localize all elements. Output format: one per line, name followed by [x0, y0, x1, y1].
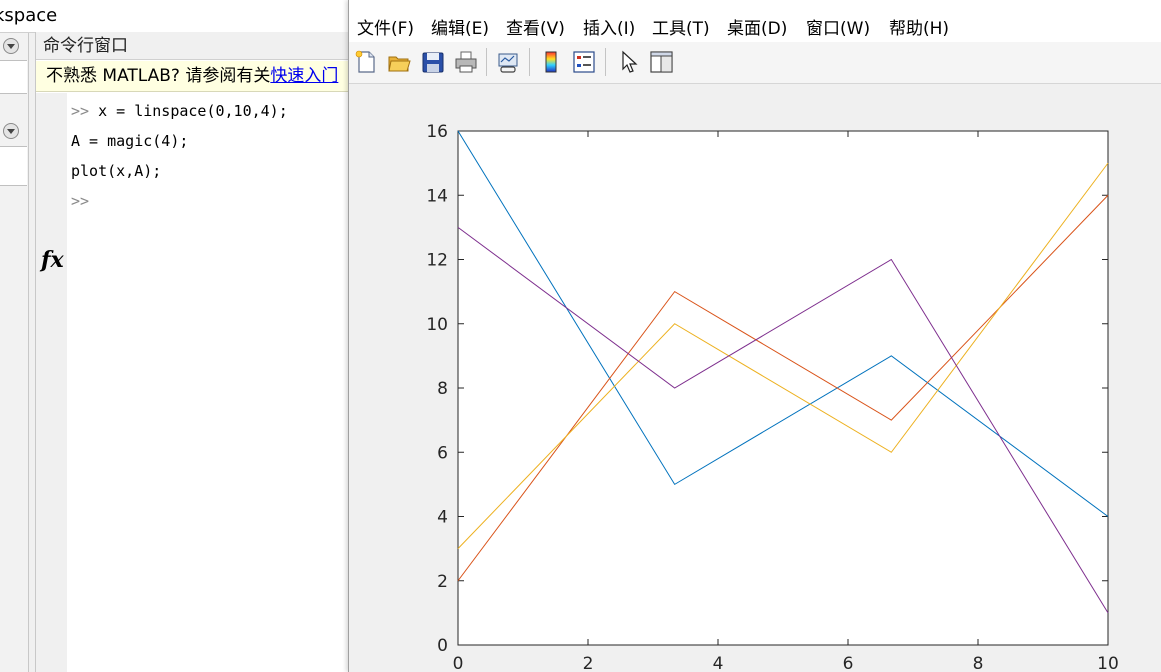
workspace-panel: [0, 146, 27, 186]
y-tick-label: 14: [426, 186, 448, 206]
print-icon[interactable]: [453, 48, 479, 76]
menu-window[interactable]: 窗口(W): [806, 14, 870, 39]
x-tick-label: 0: [453, 654, 464, 672]
command-code: plot(x,A);: [71, 162, 162, 180]
y-tick-label: 4: [437, 508, 448, 528]
toolbar-separator: [529, 48, 530, 76]
getting-started-notice: 不熟悉 MATLAB? 请参阅有关快速入门: [36, 61, 351, 92]
command-window-header: 命令行窗口: [36, 32, 351, 60]
workspace-title: kspace: [0, 5, 58, 26]
current-folder-panel: [0, 60, 27, 94]
workspace-title-bar: kspace: [0, 0, 350, 33]
toolbar-separator: [486, 48, 487, 76]
command-line-3: plot(x,A);: [71, 162, 161, 180]
left-panel-strip: [0, 0, 29, 672]
menu-insert[interactable]: 插入(I): [583, 14, 635, 39]
figure-window: 文件(F) 编辑(E) 查看(V) 插入(I) 工具(T) 桌面(D) 窗口(W…: [348, 0, 1161, 672]
y-tick-label: 6: [437, 443, 448, 463]
notice-text: 不熟悉 MATLAB? 请参阅有关: [46, 66, 271, 86]
menu-tools[interactable]: 工具(T): [652, 14, 710, 39]
menu-edit[interactable]: 编辑(E): [431, 14, 489, 39]
x-tick-label: 10: [1097, 654, 1119, 672]
toolbar-separator: [605, 48, 606, 76]
getting-started-link[interactable]: 快速入门: [270, 66, 338, 86]
figure-toolbar: [349, 42, 1161, 84]
legend-icon[interactable]: [571, 48, 597, 76]
function-browser-icon[interactable]: fx: [41, 247, 64, 273]
prompt: >>: [71, 102, 99, 120]
open-file-icon[interactable]: [386, 48, 412, 76]
prompt: >>: [71, 192, 90, 210]
figure-menubar: 文件(F) 编辑(E) 查看(V) 插入(I) 工具(T) 桌面(D) 窗口(W…: [349, 0, 1161, 42]
x-tick-label: 4: [713, 654, 724, 672]
property-editor-icon[interactable]: [648, 48, 674, 76]
panel-menu-dropdown-icon-2[interactable]: [3, 123, 19, 139]
y-tick-label: 10: [426, 315, 448, 335]
command-prompt-active[interactable]: >>: [71, 192, 89, 210]
command-gutter: fx: [36, 93, 67, 672]
y-tick-label: 12: [426, 251, 448, 271]
line-plot[interactable]: 0 2 4 6 8 10 12 14 16 0 2 4 6 8 10: [349, 83, 1161, 672]
y-tick-label: 2: [437, 572, 448, 592]
command-code: x = linspace(0,10,4);: [98, 102, 288, 120]
x-tick-label: 2: [583, 654, 594, 672]
x-tick-label: 6: [843, 654, 854, 672]
command-window[interactable]: 命令行窗口 不熟悉 MATLAB? 请参阅有关快速入门 fx >> x = li…: [35, 32, 351, 672]
panel-menu-dropdown-icon[interactable]: [3, 38, 19, 54]
save-icon[interactable]: [420, 48, 446, 76]
menu-help[interactable]: 帮助(H): [889, 14, 949, 39]
y-tick-label: 8: [437, 379, 448, 399]
pointer-icon[interactable]: [615, 48, 641, 76]
y-tick-label: 16: [426, 122, 448, 142]
command-line-1: >> x = linspace(0,10,4);: [71, 102, 288, 120]
colorbar-icon[interactable]: [538, 48, 564, 76]
new-figure-icon[interactable]: [353, 48, 379, 76]
command-line-2: A = magic(4);: [71, 132, 188, 150]
menu-view[interactable]: 查看(V): [506, 14, 565, 39]
menu-desktop[interactable]: 桌面(D): [727, 14, 787, 39]
y-tick-label: 0: [437, 636, 448, 656]
x-tick-label: 8: [973, 654, 984, 672]
menu-file[interactable]: 文件(F): [357, 14, 414, 39]
command-code: A = magic(4);: [71, 132, 189, 150]
link-plot-icon[interactable]: [495, 48, 521, 76]
